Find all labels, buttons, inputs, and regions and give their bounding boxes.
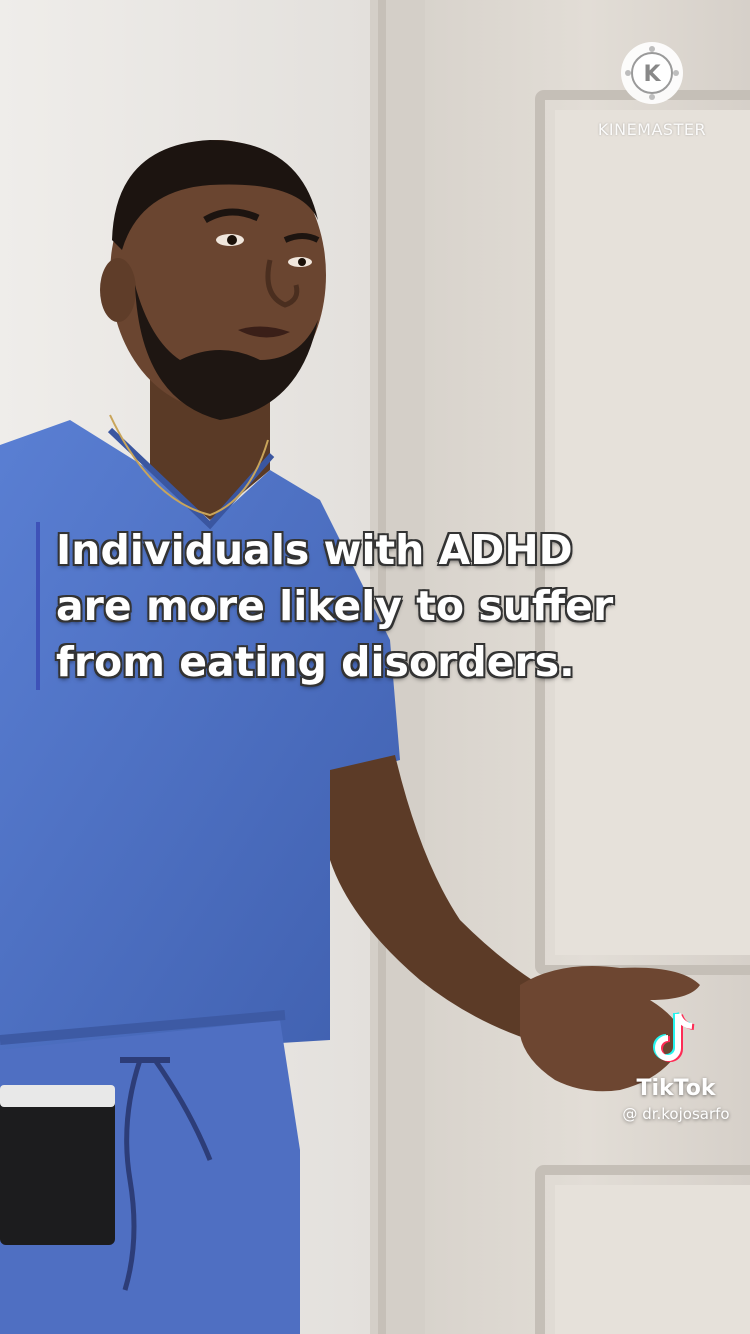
caption-line-3: from eating disorders.: [56, 638, 575, 686]
caption-block: Individuals with ADHD are more likely to…: [36, 522, 736, 690]
tiktok-logo-icon: [653, 1012, 695, 1062]
caption-line-2: are more likely to suffer: [56, 582, 614, 630]
tiktok-watermark: TikTok @ dr.kojosarfo: [606, 1008, 746, 1123]
caption-line-1: Individuals with ADHD: [56, 526, 573, 574]
kinemaster-logo-letter: K: [643, 62, 661, 87]
kinemaster-logo-icon: K: [621, 42, 683, 104]
kinemaster-watermark: K KINEMASTER: [590, 40, 714, 139]
video-frame: K KINEMASTER Individuals with ADHD are m…: [0, 0, 750, 1334]
kinemaster-brand-text: KINEMASTER: [597, 120, 707, 139]
tiktok-brand-text: TikTok: [636, 1076, 716, 1101]
notebook: [0, 1085, 115, 1245]
tiktok-handle: @ dr.kojosarfo: [622, 1105, 730, 1123]
